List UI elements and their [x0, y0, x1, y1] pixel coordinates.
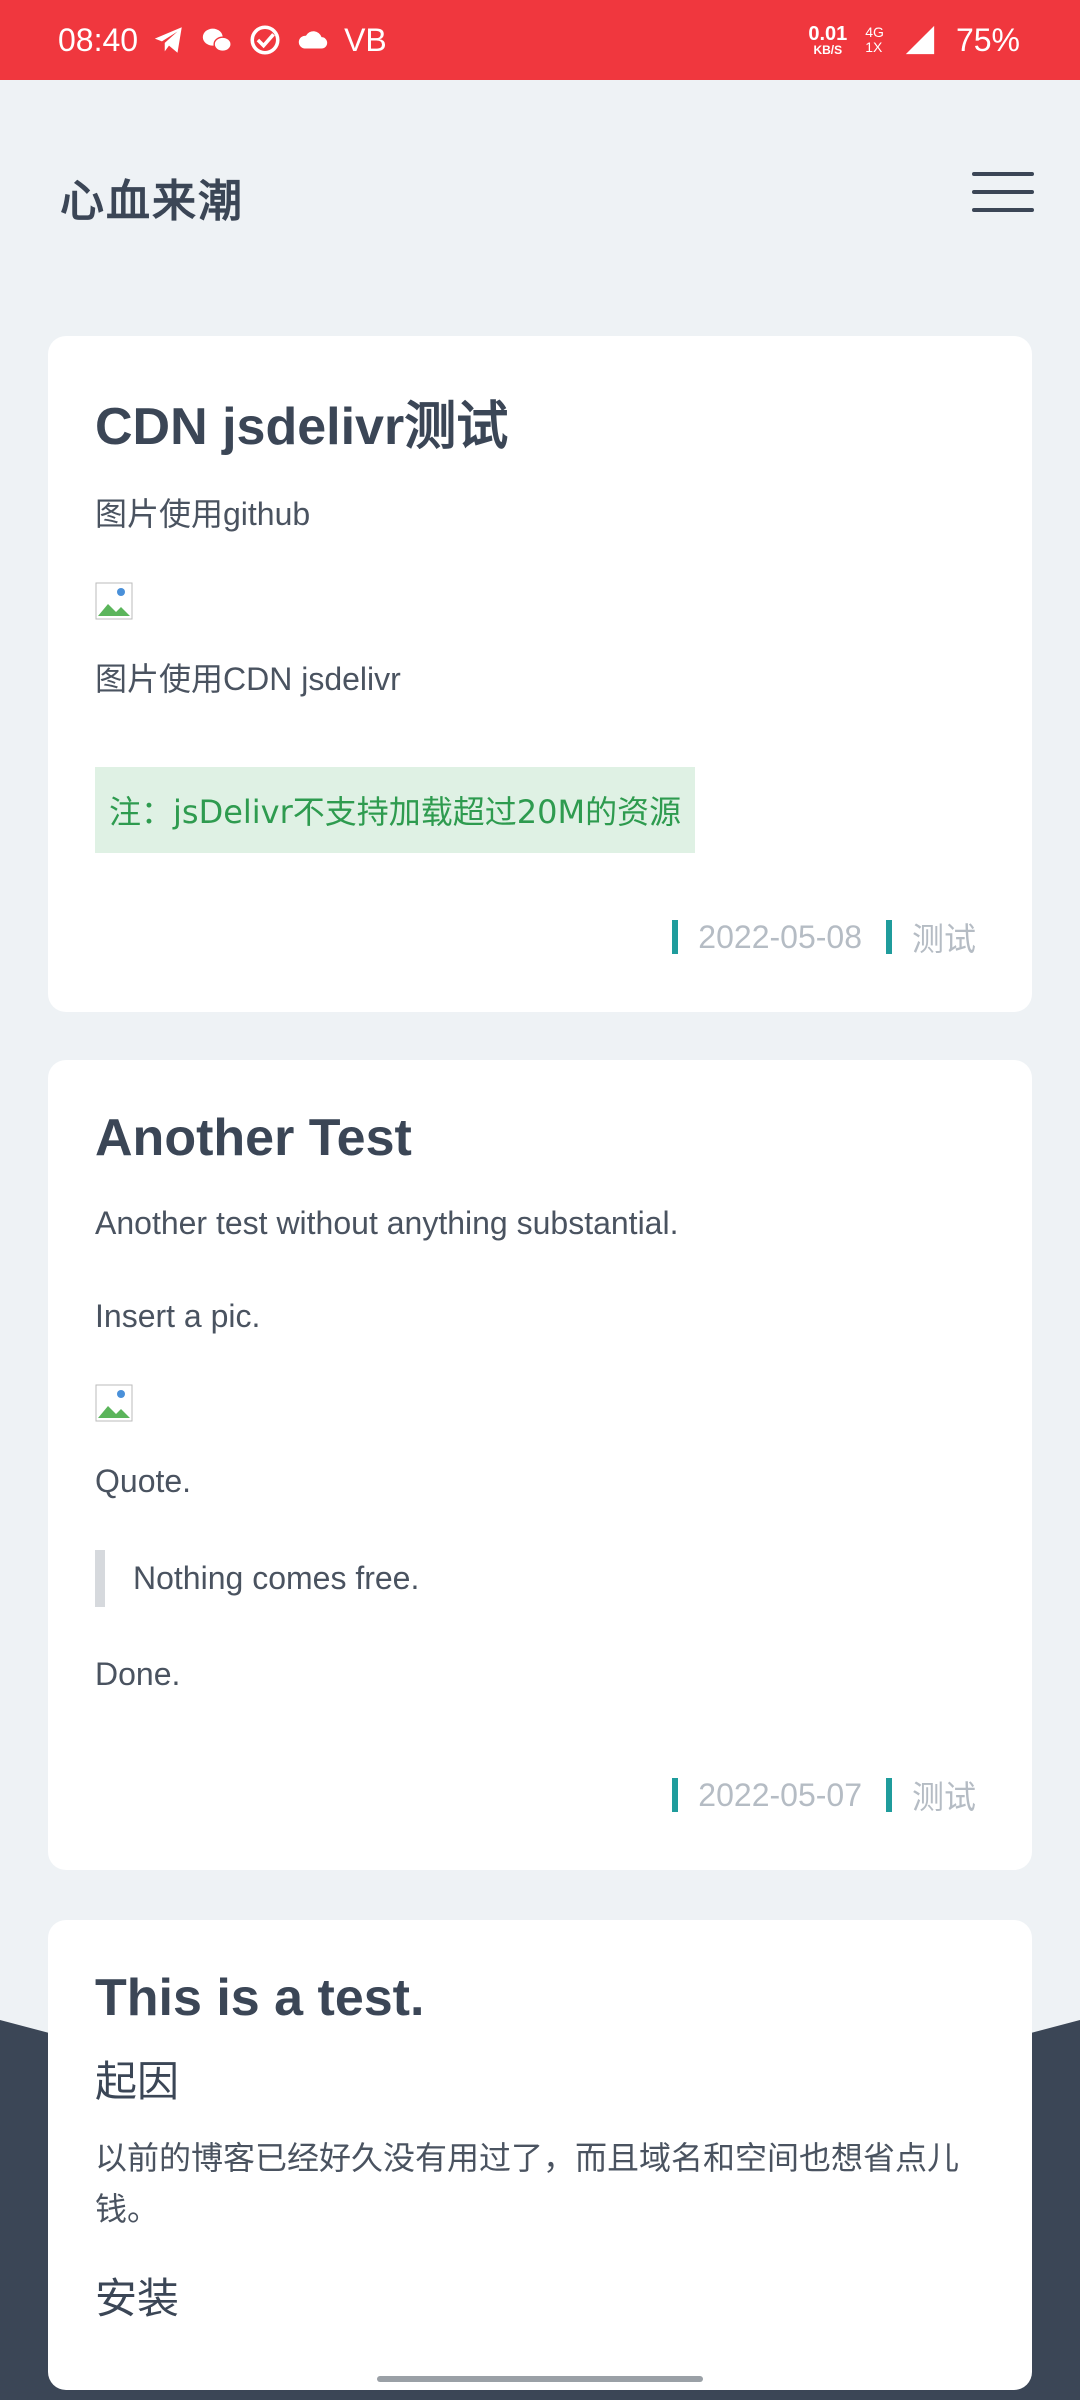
post-date-text: 2022-05-08 [698, 918, 862, 955]
post-date: 2022-05-07 [672, 1777, 862, 1814]
carrier-label: VB [344, 21, 387, 58]
post-tag-text[interactable]: 测试 [912, 1772, 976, 1818]
post-meta: 2022-05-07 测试 [672, 1772, 976, 1818]
hamburger-menu-icon[interactable] [972, 172, 1034, 214]
section-heading: 起因 [95, 2058, 180, 2105]
post-tag-text[interactable]: 测试 [912, 914, 976, 960]
meta-bar [885, 1778, 892, 1812]
meta-bar [672, 1778, 679, 1812]
network-type-bottom: 1X [865, 39, 883, 55]
section-heading: 安装 [95, 2275, 180, 2323]
status-bar: 08:40 VB 0.01 KB/S 4G 1X 75% [0, 0, 1080, 80]
post-card: Another Test Another test without anythi… [48, 1060, 1032, 1870]
post-paragraph: 图片使用github [95, 496, 311, 532]
post-card: This is a test. 起因 以前的博客已经好久没有用过了，而且域名和空… [48, 1920, 1032, 2390]
broken-image-icon [95, 582, 133, 620]
site-title[interactable]: 心血来潮 [60, 165, 244, 229]
post-title[interactable]: This is a test. [95, 1968, 985, 2028]
telegram-icon [154, 27, 182, 53]
meta-bar [885, 920, 892, 954]
post-paragraph: Insert a pic. [95, 1298, 261, 1335]
status-time: 08:40 [58, 21, 139, 58]
net-speed-value: 0.01 [808, 23, 848, 45]
post-title[interactable]: Another Test [95, 1108, 985, 1168]
signal-icon [905, 25, 935, 55]
cloud-icon [298, 31, 328, 49]
blockquote: Nothing comes free. [95, 1549, 985, 1608]
network-type-top: 4G [865, 23, 884, 40]
post-title[interactable]: CDN jsdelivr测试 [95, 384, 985, 459]
battery-level: 75% [955, 21, 1020, 58]
net-speed: 0.01 KB/S [808, 24, 847, 56]
post-paragraph: Another test without anything substantia… [95, 1205, 679, 1241]
post-paragraph: Quote. [95, 1463, 192, 1500]
post-paragraph: 图片使用CDN jsdelivr [95, 661, 401, 698]
check-circle-icon [250, 25, 280, 55]
post-date: 2022-05-08 [672, 919, 862, 956]
wechat-icon [202, 28, 232, 53]
post-tag[interactable]: 测试 [885, 1772, 976, 1818]
network-type: 4G 1X [865, 23, 884, 56]
broken-image-icon [95, 1384, 133, 1422]
post-tag[interactable]: 测试 [885, 914, 976, 960]
post-date-text: 2022-05-07 [698, 1776, 862, 1813]
post-paragraph: 以前的博客已经好久没有用过了，而且域名和空间也想省点儿钱。 [95, 2140, 960, 2228]
post-card: CDN jsdelivr测试 图片使用github 图片使用CDN jsdeli… [48, 336, 1032, 1012]
home-indicator[interactable] [377, 2376, 703, 2382]
net-speed-unit: KB/S [813, 43, 843, 57]
note-box: 注：jsDelivr不支持加载超过20M的资源 [95, 767, 696, 854]
post-meta: 2022-05-08 测试 [672, 914, 976, 960]
post-paragraph: Done. [95, 1656, 181, 1693]
meta-bar [672, 920, 679, 954]
